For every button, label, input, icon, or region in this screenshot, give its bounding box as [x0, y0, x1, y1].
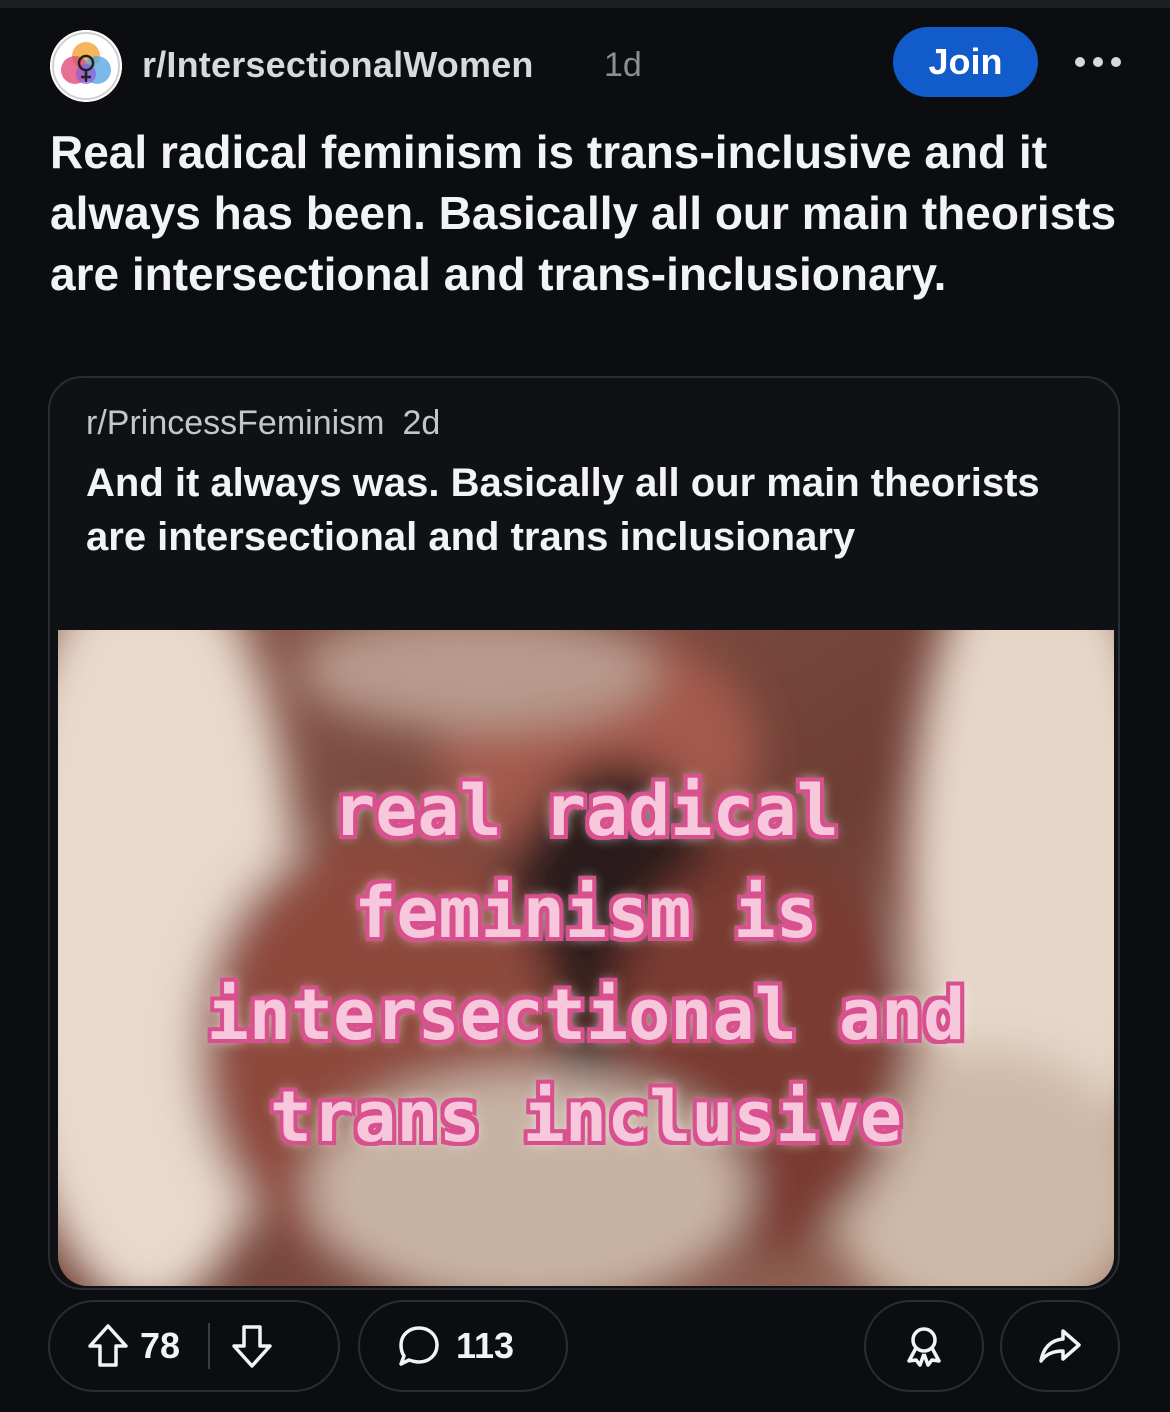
crosspost-age: 2d	[402, 404, 441, 442]
post-title[interactable]: Real radical feminism is trans-inclusive…	[50, 122, 1130, 305]
downvote-button[interactable]	[230, 1323, 274, 1369]
image-caption: real radical feminism is intersectional …	[58, 760, 1114, 1168]
more-options-button[interactable]	[1072, 42, 1124, 82]
vote-divider	[208, 1323, 211, 1369]
caption-line: real radical	[333, 770, 839, 852]
upvote-button[interactable]	[86, 1323, 130, 1369]
post-card[interactable]: r/IntersectionalWomen 1d Join Real radic…	[0, 8, 1170, 1412]
caption-line: intersectional and	[206, 974, 966, 1056]
community-logo-icon	[50, 30, 122, 102]
vote-count: 78	[140, 1325, 181, 1366]
crosspost-card[interactable]: r/PrincessFeminism 2d And it always was. …	[48, 376, 1120, 1290]
upvote-arrow-icon	[88, 1324, 128, 1367]
share-arrow-icon	[1039, 1329, 1081, 1363]
comment-count: 113	[456, 1325, 515, 1366]
crosspost-title[interactable]: And it always was. Basically all our mai…	[86, 456, 1046, 564]
top-divider	[0, 0, 1170, 8]
comments-button[interactable]: 113	[358, 1300, 568, 1392]
award-icon	[907, 1327, 941, 1367]
comment-bubble-icon	[399, 1326, 439, 1366]
more-horizontal-icon	[1075, 57, 1121, 67]
caption-line: feminism is	[354, 872, 818, 954]
post-age: 1d	[604, 46, 642, 84]
vote-bar: 78	[48, 1300, 340, 1392]
join-button[interactable]: Join	[893, 27, 1038, 97]
downvote-arrow-icon	[232, 1325, 272, 1368]
community-avatar[interactable]	[50, 30, 122, 102]
share-button[interactable]	[1000, 1300, 1120, 1392]
caption-line: trans inclusive	[269, 1076, 903, 1158]
crosspost-subreddit[interactable]: r/PrincessFeminism	[86, 404, 384, 442]
comment-icon-wrap	[396, 1323, 442, 1369]
crosspost-image[interactable]: real radical feminism is intersectional …	[58, 630, 1114, 1286]
crosspost-meta: r/PrincessFeminism 2d	[86, 404, 440, 443]
award-button[interactable]	[864, 1300, 984, 1392]
subreddit-name[interactable]: r/IntersectionalWomen	[142, 44, 534, 86]
